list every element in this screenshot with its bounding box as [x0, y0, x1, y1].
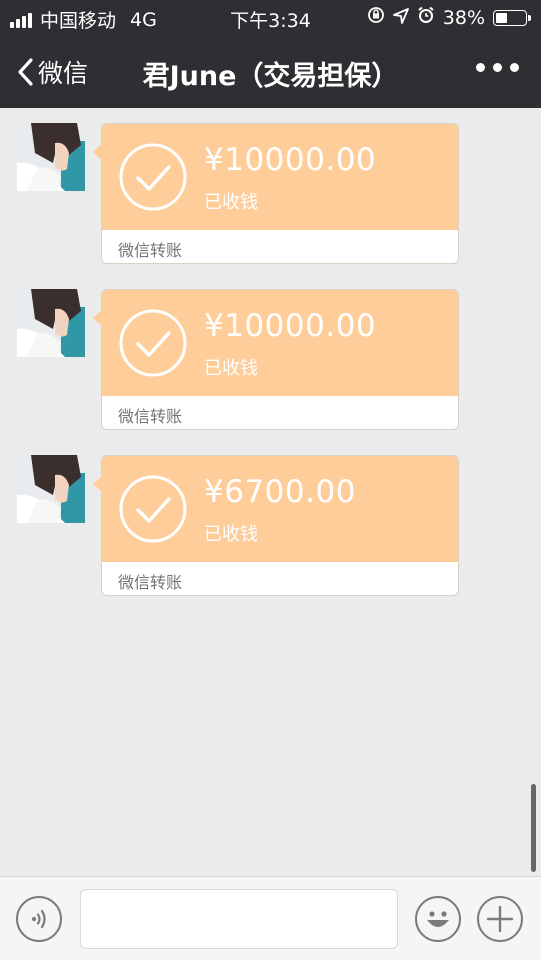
message-row: ¥6700.00 已收钱 微信转账 [0, 440, 541, 596]
transfer-amount: ¥6700.00 [204, 474, 356, 510]
transfer-amount: ¥10000.00 [204, 308, 377, 344]
more-options-button[interactable] [476, 63, 519, 72]
emoji-icon [427, 911, 449, 927]
chat-title: 君June（交易担保） [142, 61, 399, 92]
top-header: 中国移动 4G 下午3:34 38% 微信 君June（交易担保） [0, 0, 541, 108]
plus-icon [486, 905, 514, 933]
add-button[interactable] [477, 896, 523, 942]
transfer-source-label: 微信转账 [118, 573, 183, 592]
battery-percent: 38% [442, 6, 485, 29]
input-bar [0, 876, 541, 960]
alarm-icon [417, 6, 435, 29]
check-circle-icon [119, 309, 187, 377]
location-icon [392, 7, 409, 29]
transfer-bubble[interactable]: ¥6700.00 已收钱 微信转账 [93, 455, 459, 596]
avatar[interactable] [17, 289, 85, 357]
voice-button[interactable] [16, 896, 62, 942]
avatar[interactable] [17, 455, 85, 523]
transfer-status: 已收钱 [204, 524, 258, 545]
status-bar: 中国移动 4G 下午3:34 38% [0, 0, 541, 36]
transfer-source-label: 微信转账 [118, 241, 183, 260]
message-row: ¥10000.00 已收钱 微信转账 [0, 108, 541, 264]
chat-area[interactable]: ¥10000.00 已收钱 微信转账 ¥10000.00 已收钱 微信转账 ¥6… [0, 108, 541, 876]
orientation-lock-icon [367, 6, 385, 29]
battery-icon [493, 9, 531, 26]
more-dots-icon [476, 63, 485, 72]
transfer-bubble[interactable]: ¥10000.00 已收钱 微信转账 [93, 289, 459, 430]
check-circle-icon [119, 475, 187, 543]
clock: 下午3:34 [230, 10, 311, 32]
voice-icon [31, 909, 46, 929]
transfer-amount: ¥10000.00 [204, 142, 377, 178]
avatar[interactable] [17, 123, 85, 191]
transfer-source-label: 微信转账 [118, 407, 183, 426]
message-row: ¥10000.00 已收钱 微信转账 [0, 274, 541, 430]
transfer-status: 已收钱 [204, 192, 258, 213]
nav-bar: 微信 君June（交易担保） [0, 36, 541, 108]
transfer-status: 已收钱 [204, 358, 258, 379]
check-circle-icon [119, 143, 187, 211]
message-input[interactable] [80, 889, 398, 949]
chat-scrollbar[interactable] [531, 784, 536, 872]
emoji-button[interactable] [415, 896, 461, 942]
transfer-bubble[interactable]: ¥10000.00 已收钱 微信转账 [93, 123, 459, 264]
